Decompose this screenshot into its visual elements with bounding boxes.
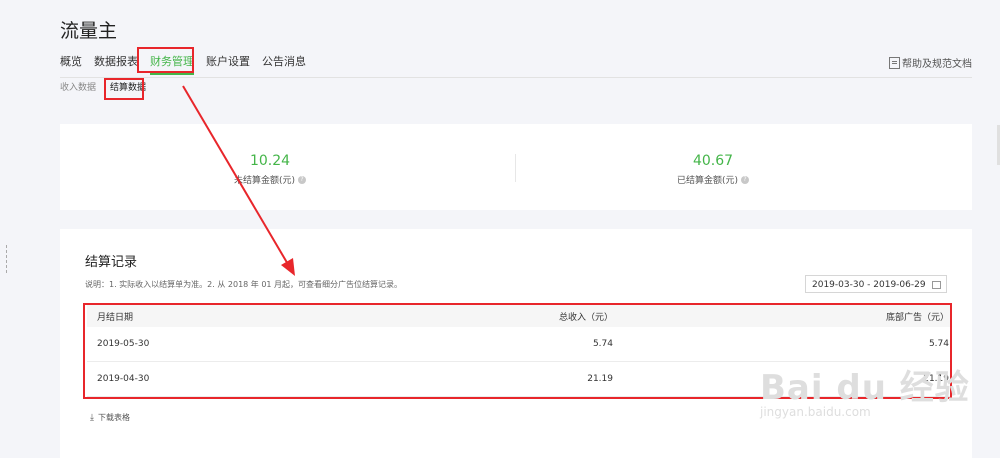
baidu-watermark: Bai du 经验 jingyan.baidu.com [760,360,970,419]
watermark-logo: Bai du 经验 [760,368,970,408]
edge-marker [6,245,11,273]
